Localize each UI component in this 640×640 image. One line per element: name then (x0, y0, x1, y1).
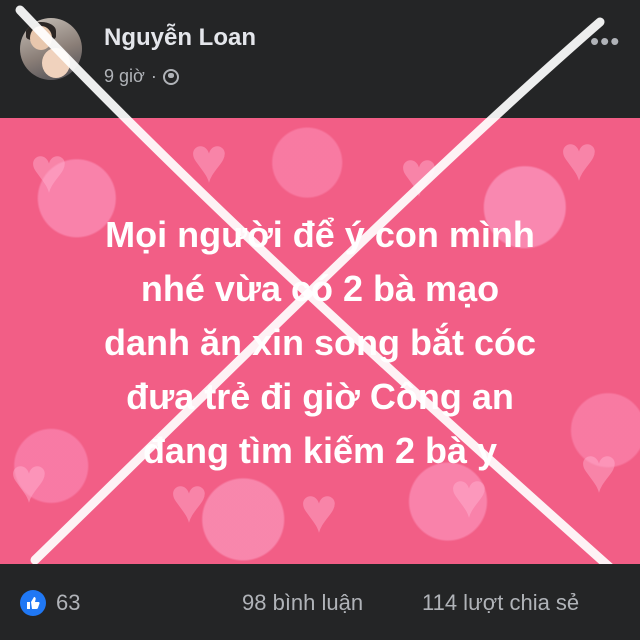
x-mark-overlay (15, 5, 620, 577)
comment-count[interactable]: 98 bình luận (242, 590, 363, 616)
post-footer: 63 98 bình luận 114 lượt chia sẻ (0, 564, 640, 640)
like-thumbs-up-icon[interactable] (20, 590, 46, 616)
reaction-count[interactable]: 63 (56, 590, 80, 616)
share-count[interactable]: 114 lượt chia sẻ (422, 590, 579, 616)
